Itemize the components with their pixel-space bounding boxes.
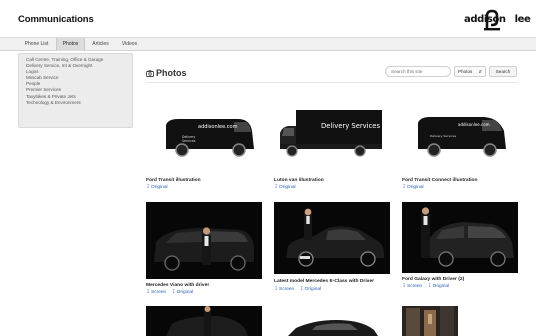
svg-text:addisonlee.com: addisonlee.com [458, 122, 490, 127]
page-title: Photos [146, 68, 187, 78]
search-input[interactable] [385, 66, 451, 77]
download-icon: ↧ [274, 287, 279, 292]
luton-van-illustration-icon: Delivery Services [280, 110, 382, 157]
download-icon: ↧ [146, 290, 151, 295]
van-illustration-thumbnail[interactable]: addisonlee.com Delivery Services [146, 101, 262, 163]
download-icon: ↧ [274, 185, 279, 190]
chevron-updown-icon: ⇵ [478, 69, 482, 74]
tab-articles[interactable]: Articles [87, 38, 114, 51]
car-photo-icon [288, 320, 378, 336]
download-icon: ↧ [299, 287, 304, 292]
svg-text:Delivery Services: Delivery Services [430, 134, 456, 138]
car-photo-icon [166, 306, 248, 336]
original-link[interactable]: Original [305, 287, 322, 292]
gallery-links: ↧Screen ↧Original [146, 290, 197, 295]
gallery-links: ↧Original [402, 185, 428, 190]
tab-phone-list[interactable]: Phone List [18, 38, 55, 51]
original-link[interactable]: Original [151, 185, 168, 190]
mpv-photo-icon [154, 227, 254, 271]
screen-link[interactable]: Screen [407, 284, 422, 289]
photos-category-menu: Call Centre, Training, Office & Garage D… [18, 53, 133, 128]
small-van-thumbnail[interactable]: addisonlee.com Delivery Services [402, 101, 518, 163]
download-icon: ↧ [402, 185, 407, 190]
car-photo-thumbnail[interactable] [274, 318, 390, 336]
search-scope-value: Photos [458, 69, 473, 74]
saloon-photo-icon [286, 208, 384, 267]
divider [146, 82, 518, 83]
page-title-text: Photos [156, 68, 187, 78]
screen-link[interactable]: Screen [151, 290, 166, 295]
download-icon: ↧ [171, 290, 176, 295]
search-button[interactable]: Search [489, 66, 517, 77]
street-photo-icon [402, 306, 458, 336]
site-header: Communications addison lee [0, 0, 536, 38]
site-title[interactable]: Communications [18, 14, 94, 25]
small-van-illustration-icon: addisonlee.com Delivery Services [418, 117, 506, 157]
svg-text:addisonlee.com: addisonlee.com [198, 124, 238, 130]
street-photo-thumbnail[interactable] [402, 306, 458, 336]
van-banner-text: Delivery Services [321, 122, 380, 130]
gallery-links: ↧Original [274, 185, 300, 190]
gallery-caption: Ford Transit Connect illustration [402, 178, 478, 183]
gallery-links: ↧Screen ↧Original [402, 284, 453, 289]
addison-lee-logo[interactable]: addison lee [464, 9, 531, 33]
download-icon: ↧ [402, 284, 407, 289]
car-photo-thumbnail[interactable] [146, 306, 262, 336]
gallery-links: ↧Screen ↧Original [274, 287, 325, 292]
download-icon: ↧ [146, 185, 151, 190]
mpv-photo-thumbnail[interactable] [146, 202, 262, 279]
gallery-caption: Ford Transit illustration [146, 178, 201, 183]
gallery-links: ↧Original [146, 185, 172, 190]
gallery-caption: Latest model Mercedes E-Class with Drive… [274, 279, 375, 284]
search-scope-select[interactable]: Photos ⇵ [454, 66, 486, 77]
original-link[interactable]: Original [177, 290, 194, 295]
svg-text:Services: Services [182, 139, 196, 143]
screen-link[interactable]: Screen [279, 287, 294, 292]
mpv-photo-thumbnail[interactable] [402, 202, 518, 273]
logo-mark-icon [484, 9, 500, 31]
menu-item-technology[interactable]: Technology & Environment [26, 100, 132, 106]
main-nav: Phone List Photos Articles Videos [0, 37, 536, 51]
gallery-caption: Ford Galaxy with Driver (2) [402, 277, 465, 282]
gallery-caption: Mercedes Viano with driver [146, 283, 210, 288]
original-link[interactable]: Original [279, 185, 296, 190]
van-illustration-icon: addisonlee.com Delivery Services [166, 119, 254, 157]
original-link[interactable]: Original [407, 185, 424, 190]
original-link[interactable]: Original [433, 284, 450, 289]
gallery-caption: Luton van illustration [274, 178, 324, 183]
saloon-photo-thumbnail[interactable] [274, 202, 390, 274]
luton-van-thumbnail[interactable]: Delivery Services [274, 101, 390, 163]
tab-videos[interactable]: Videos [116, 38, 143, 51]
mpv-photo-icon [421, 207, 514, 267]
tab-photos[interactable]: Photos [56, 38, 85, 51]
camera-icon [146, 70, 154, 77]
download-icon: ↧ [427, 284, 432, 289]
